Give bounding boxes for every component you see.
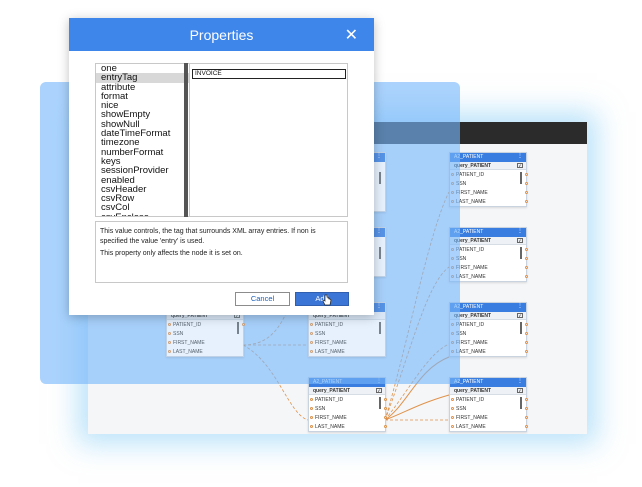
description-text: This value controls, the tag that surrou… bbox=[100, 228, 316, 245]
node-menu-icon[interactable]: ⋮ bbox=[376, 153, 382, 160]
pane-splitter[interactable] bbox=[184, 63, 188, 217]
connector-out-icon[interactable] bbox=[242, 323, 245, 326]
node-field[interactable]: PATIENT_ID bbox=[309, 320, 385, 329]
property-value-pane: INVOICE bbox=[189, 63, 348, 217]
close-icon[interactable]: ✕ bbox=[345, 25, 358, 45]
node-field[interactable]: LAST_NAME bbox=[309, 347, 385, 356]
property-value-input[interactable]: INVOICE bbox=[192, 69, 346, 79]
hand-cursor-icon bbox=[322, 294, 332, 306]
connector-in-icon[interactable] bbox=[168, 350, 171, 353]
connector-in-icon[interactable] bbox=[168, 341, 171, 344]
description-text: This property only affects the node it i… bbox=[100, 250, 243, 257]
connector-in-icon[interactable] bbox=[168, 323, 171, 326]
node-field[interactable]: FIRST_NAME bbox=[309, 338, 385, 347]
connector-in-icon[interactable] bbox=[310, 332, 313, 335]
cancel-button[interactable]: Cancel bbox=[235, 292, 290, 306]
property-description: This value controls, the tag that surrou… bbox=[95, 221, 348, 283]
node-field[interactable]: PATIENT_ID bbox=[167, 320, 245, 329]
dialog-title: Properties bbox=[189, 27, 254, 43]
dialog-header: Properties ✕ bbox=[69, 18, 374, 51]
property-list-item[interactable]: csvEnclose bbox=[96, 212, 190, 216]
node-field[interactable]: SSN bbox=[167, 329, 243, 338]
node-scrollbar[interactable] bbox=[237, 322, 239, 334]
connector-in-icon[interactable] bbox=[168, 332, 171, 335]
node-scrollbar[interactable] bbox=[379, 322, 381, 334]
node-menu-icon[interactable]: ⋮ bbox=[376, 303, 382, 310]
node-scrollbar[interactable] bbox=[379, 247, 381, 259]
node-field[interactable]: FIRST_NAME bbox=[167, 338, 243, 347]
properties-dialog: Properties ✕ one entryTag attribute format n… bbox=[69, 18, 374, 315]
connector-in-icon[interactable] bbox=[310, 341, 313, 344]
node-field[interactable]: LAST_NAME bbox=[167, 347, 243, 356]
connector-in-icon[interactable] bbox=[310, 323, 313, 326]
node-field[interactable]: SSN bbox=[309, 329, 385, 338]
property-list[interactable]: one entryTag attribute format nice showEmpty s… bbox=[95, 63, 191, 217]
node-menu-icon[interactable]: ⋮ bbox=[376, 228, 382, 235]
connector-in-icon[interactable] bbox=[310, 350, 313, 353]
screenshot-stage: A2_PATIENT ⋮ query_PATIENT ✓ PATIENT_ID SS… bbox=[0, 0, 642, 487]
node-scrollbar[interactable] bbox=[379, 172, 381, 184]
